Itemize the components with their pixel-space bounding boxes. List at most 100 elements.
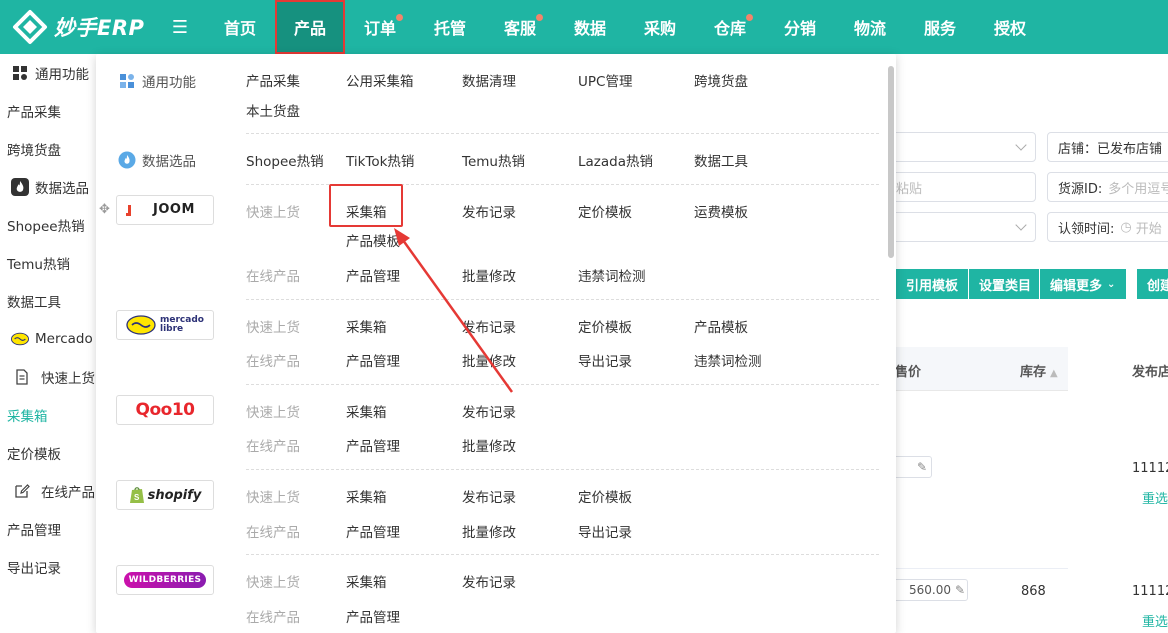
nav-distribution[interactable]: 分销 xyxy=(765,0,835,54)
cite-template-button[interactable]: 引用模板 xyxy=(896,269,968,299)
sidebar: 通用功能 产品采集 跨境货盘 数据选品 Shopee热销 Temu热销 数据工具… xyxy=(0,54,100,633)
menu-item-upc-manage[interactable]: UPC管理 xyxy=(578,70,632,90)
menu-item-product-collect[interactable]: 产品采集 xyxy=(246,70,300,90)
nav-hosting[interactable]: 托管 xyxy=(415,0,485,54)
nav-data[interactable]: 数据 xyxy=(555,0,625,54)
menu-item-mercado-product-template[interactable]: 产品模板 xyxy=(694,316,748,336)
menu-item-shopify-publish-records[interactable]: 发布记录 xyxy=(462,486,516,506)
menu-item-qoo10-batch-edit[interactable]: 批量修改 xyxy=(462,435,516,455)
menu-item-joom-shipping-template[interactable]: 运费模板 xyxy=(694,201,748,221)
nav-label: 仓库 xyxy=(713,19,746,38)
logo-text: Qoo10 xyxy=(135,400,195,420)
notification-dot xyxy=(536,14,543,21)
menu-divider xyxy=(246,299,879,300)
menu-item-joom-publish-records[interactable]: 发布记录 xyxy=(462,201,516,221)
reselect-link[interactable]: 重选 xyxy=(1142,488,1168,507)
nav-services[interactable]: 服务 xyxy=(905,0,975,54)
chevron-down-icon xyxy=(1015,219,1027,231)
edit-more-button[interactable]: 编辑更多 ⌄ xyxy=(1040,269,1126,299)
sidebar-group-general[interactable]: 通用功能 xyxy=(0,54,100,92)
menu-item-data-clean[interactable]: 数据清理 xyxy=(462,70,516,90)
drag-handle-icon[interactable]: ✥ xyxy=(99,202,113,217)
menu-item-mercado-banned-words[interactable]: 违禁词检测 xyxy=(694,350,762,370)
menu-item-shopify-product-manage[interactable]: 产品管理 xyxy=(346,521,400,541)
set-category-button[interactable]: 设置类目 xyxy=(969,269,1039,299)
logo-text: WILDBERRIES xyxy=(123,572,207,588)
sidebar-item-label: Temu热销 xyxy=(7,257,70,273)
menu-item-wb-publish-records[interactable]: 发布记录 xyxy=(462,571,516,591)
menu-item-joom-banned-words[interactable]: 违禁词检测 xyxy=(578,265,646,285)
menu-toggle-icon[interactable]: ☰ xyxy=(165,17,195,38)
joom-logo: JOOM xyxy=(116,195,214,225)
brand-logo[interactable]: 妙手ERP xyxy=(0,0,165,54)
menu-item-wb-product-manage[interactable]: 产品管理 xyxy=(346,606,400,626)
sidebar-item-temu-hot[interactable]: Temu热销 xyxy=(0,244,100,282)
sidebar-item-shopee-hot[interactable]: Shopee热销 xyxy=(0,206,100,244)
nav-authorize[interactable]: 授权 xyxy=(975,0,1045,54)
menu-item-shopify-batch-edit[interactable]: 批量修改 xyxy=(462,521,516,541)
shop-filter-select[interactable]: 店铺：已发布店铺 xyxy=(1047,132,1168,162)
menu-item-qoo10-collect-box[interactable]: 采集箱 xyxy=(346,401,387,421)
menu-item-public-collect-box[interactable]: 公用采集箱 xyxy=(346,70,414,90)
nav-purchase[interactable]: 采购 xyxy=(625,0,695,54)
menu-item-shopify-pricing-template[interactable]: 定价模板 xyxy=(578,486,632,506)
nav-service[interactable]: 客服 xyxy=(485,0,555,54)
column-header-price[interactable]: 售价 xyxy=(895,361,921,380)
menu-item-mercado-export-records[interactable]: 导出记录 xyxy=(578,350,632,370)
sidebar-item-export-records[interactable]: 导出记录 xyxy=(0,548,100,586)
sidebar-item-cross-border[interactable]: 跨境货盘 xyxy=(0,130,100,168)
sidebar-group-mercado[interactable]: Mercado L xyxy=(0,320,100,358)
main-nav: 首页 产品 订单 托管 客服 数据 采购 仓库 分销 物流 服务 授权 xyxy=(205,0,1045,54)
paste-placeholder: 粘贴 xyxy=(896,181,923,197)
nav-label: 服务 xyxy=(923,19,956,38)
menu-item-local-supply[interactable]: 本土货盘 xyxy=(246,100,300,120)
publish-shop: 11112 xyxy=(1132,584,1168,599)
sidebar-item-quick-listing[interactable]: 快速上货 xyxy=(0,358,100,396)
nav-label: 托管 xyxy=(433,19,466,38)
menu-item-shopify-export-records[interactable]: 导出记录 xyxy=(578,521,632,541)
column-header-stock[interactable]: 库存 ▲ xyxy=(1020,361,1058,380)
button-label: 设置类目 xyxy=(979,278,1032,294)
reselect-link[interactable]: 重选 xyxy=(1142,611,1168,630)
menu-item-data-tools[interactable]: 数据工具 xyxy=(694,150,748,170)
menu-item-temu-hot[interactable]: Temu热销 xyxy=(462,150,525,170)
menu-item-wb-collect-box[interactable]: 采集箱 xyxy=(346,571,387,591)
sidebar-item-online-products[interactable]: 在线产品 xyxy=(0,472,100,510)
nav-warehouse[interactable]: 仓库 xyxy=(695,0,765,54)
sidebar-item-product-collect[interactable]: 产品采集 xyxy=(0,92,100,130)
claim-time-input[interactable]: 认领时间: ◷ 开始 xyxy=(1047,212,1168,242)
mercado-libre-logo: mercado libre xyxy=(116,310,214,340)
menu-item-cross-border[interactable]: 跨境货盘 xyxy=(694,70,748,90)
source-id-input[interactable]: 货源ID: 多个用逗号 xyxy=(1047,172,1168,202)
sidebar-item-product-manage[interactable]: 产品管理 xyxy=(0,510,100,548)
scrollbar-thumb[interactable] xyxy=(888,66,894,258)
menu-row-label-online-products: 在线产品 xyxy=(246,525,300,541)
menu-item-tiktok-hot[interactable]: TikTok热销 xyxy=(346,150,414,170)
menu-item-mercado-pricing-template[interactable]: 定价模板 xyxy=(578,316,632,336)
nav-order[interactable]: 订单 xyxy=(345,0,415,54)
create-button[interactable]: 创建 xyxy=(1137,269,1168,299)
menu-item-shopee-hot[interactable]: Shopee热销 xyxy=(246,150,324,170)
menu-row-label-quick-listing: 快速上货 xyxy=(246,320,300,336)
red-arrow-icon xyxy=(394,228,514,393)
sidebar-item-pricing-template[interactable]: 定价模板 xyxy=(0,434,100,472)
menu-group-data: 数据选品 xyxy=(118,150,196,170)
column-header-publish: 发布店 xyxy=(1132,365,1168,380)
sidebar-item-collect-box[interactable]: 采集箱 xyxy=(0,396,100,434)
nav-logistics[interactable]: 物流 xyxy=(835,0,905,54)
sidebar-group-data[interactable]: 数据选品 xyxy=(0,168,100,206)
sidebar-item-data-tools[interactable]: 数据工具 xyxy=(0,282,100,320)
publish-shop: 11112 xyxy=(1132,461,1168,476)
menu-item-lazada-hot[interactable]: Lazada热销 xyxy=(578,150,653,170)
menu-item-shopify-collect-box[interactable]: 采集箱 xyxy=(346,486,387,506)
menu-item-joom-pricing-template[interactable]: 定价模板 xyxy=(578,201,632,221)
sidebar-item-label: 数据工具 xyxy=(7,295,61,311)
nav-product[interactable]: 产品 xyxy=(275,0,345,54)
nav-home[interactable]: 首页 xyxy=(205,0,275,54)
menu-item-qoo10-product-manage[interactable]: 产品管理 xyxy=(346,435,400,455)
sidebar-item-label: 产品采集 xyxy=(7,105,61,121)
column-header-label: 库存 xyxy=(1020,365,1047,380)
menu-row-label-online-products: 在线产品 xyxy=(246,354,300,370)
menu-row-label-online-products: 在线产品 xyxy=(246,610,300,626)
menu-item-qoo10-publish-records[interactable]: 发布记录 xyxy=(462,401,516,421)
